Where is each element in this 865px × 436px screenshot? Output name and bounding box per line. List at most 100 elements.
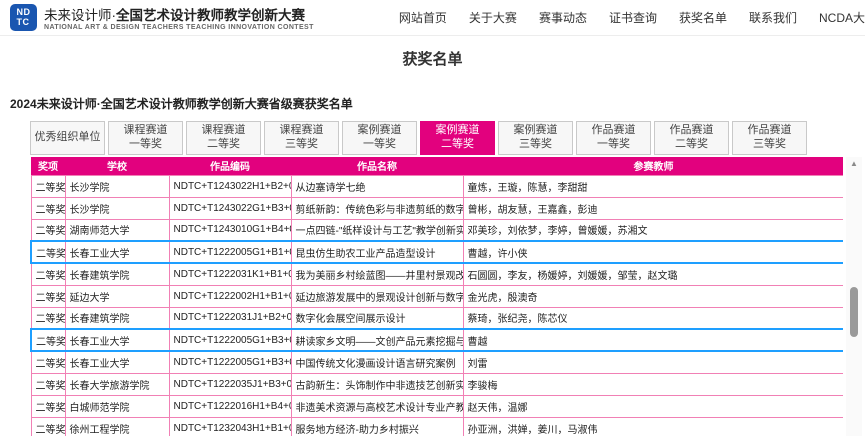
cell-school: 长春工业大学 — [65, 241, 169, 263]
tab-8[interactable]: 作品赛道 二等奖 — [654, 121, 729, 155]
cell-code: NDTC+T1222031J1+B2+001 — [169, 307, 291, 329]
cell-title: 延边旅游发展中的景观设计创新与数字化展示 — [291, 285, 463, 307]
table-header-row: 奖项学校作品编码作品名称参赛教师 — [31, 157, 843, 175]
nav-item-2[interactable]: 赛事动态 — [539, 9, 587, 26]
nav-item-1[interactable]: 关于大赛 — [469, 9, 517, 26]
nav-item-3[interactable]: 证书查询 — [609, 9, 657, 26]
column-header: 作品名称 — [291, 157, 463, 175]
cell-teachers: 石圆圆，李友，杨媛婷，刘媛媛，邹莹，赵文璐 — [463, 263, 843, 285]
table-zone: 奖项学校作品编码作品名称参赛教师 二等奖长沙学院NDTC+T1243022H1+… — [30, 157, 865, 436]
scrollbar-thumb[interactable] — [850, 287, 858, 337]
cell-teachers: 李骏梅 — [463, 373, 843, 395]
top-bar: ND TC 未来设计师·全国艺术设计教师教学创新大赛 NATIONAL ART … — [0, 0, 865, 36]
table-scrollbar[interactable]: ▲ ▼ — [846, 157, 862, 436]
cell-award: 二等奖 — [31, 219, 65, 241]
cell-teachers: 曹越 — [463, 329, 843, 351]
top-nav: 网站首页 关于大赛 赛事动态 证书查询 获奖名单 联系我们 NCDA大赛 — [399, 9, 865, 26]
cell-code: NDTC+T1243022H1+B2+002 — [169, 175, 291, 197]
cell-title: 服务地方经济-助力乡村振兴 — [291, 417, 463, 436]
cell-award: 二等奖 — [31, 307, 65, 329]
cell-award: 二等奖 — [31, 197, 65, 219]
tab-1[interactable]: 课程赛道 一等奖 — [108, 121, 183, 155]
cell-school: 长春建筑学院 — [65, 263, 169, 285]
cell-code: NDTC+T1222016H1+B4+001 — [169, 395, 291, 417]
cell-teachers: 赵天伟，温娜 — [463, 395, 843, 417]
table-row[interactable]: 二等奖湖南师范大学NDTC+T1243010G1+B4+001一点四链-"纸样设… — [31, 219, 843, 241]
table-row[interactable]: 二等奖长春工业大学NDTC+T1222005G1+B3+001中国传统文化漫画设… — [31, 351, 843, 373]
awards-table: 奖项学校作品编码作品名称参赛教师 二等奖长沙学院NDTC+T1243022H1+… — [30, 157, 843, 436]
cell-title: 剪纸新韵：传统色彩与非遗剪纸的数字化创新 — [291, 197, 463, 219]
brand-title-light: 未来设计师· — [44, 8, 116, 23]
cell-school: 徐州工程学院 — [65, 417, 169, 436]
nav-item-0[interactable]: 网站首页 — [399, 9, 447, 26]
cell-title: 古韵新生：头饰制作中非遗技艺创新实践 — [291, 373, 463, 395]
cell-code: NDTC+T1232043H1+B1+001 — [169, 417, 291, 436]
cell-school: 长春工业大学 — [65, 329, 169, 351]
nav-item-5[interactable]: 联系我们 — [749, 9, 797, 26]
cell-code: NDTC+T1222035J1+B3+001 — [169, 373, 291, 395]
cell-school: 长春工业大学 — [65, 351, 169, 373]
cell-teachers: 曹越，许小侠 — [463, 241, 843, 263]
page-title: 获奖名单 — [0, 48, 865, 69]
brand-subtitle-en: NATIONAL ART & DESIGN TEACHERS TEACHING … — [44, 24, 314, 31]
table-row-highlighted[interactable]: 二等奖长春工业大学NDTC+T1222005G1+B3+005耕读家乡文明——文… — [31, 329, 843, 351]
cell-title: 一点四链-"纸样设计与工艺"教学创新实践 — [291, 219, 463, 241]
cell-school: 长春建筑学院 — [65, 307, 169, 329]
cell-school: 白城师范学院 — [65, 395, 169, 417]
tab-5-active[interactable]: 案例赛道 二等奖 — [420, 121, 495, 155]
tab-7[interactable]: 作品赛道 一等奖 — [576, 121, 651, 155]
cell-code: NDTC+T1243010G1+B4+001 — [169, 219, 291, 241]
cell-award: 二等奖 — [31, 373, 65, 395]
column-header: 学校 — [65, 157, 169, 175]
cell-code: NDTC+T1222005G1+B1+001 — [169, 241, 291, 263]
nav-item-4[interactable]: 获奖名单 — [679, 9, 727, 26]
award-category-tabs: 优秀组织单位课程赛道 一等奖课程赛道 二等奖课程赛道 三等奖案例赛道 一等奖案例… — [30, 121, 865, 155]
cell-teachers: 童炼，王璇，陈慧，李甜甜 — [463, 175, 843, 197]
brand-block: 未来设计师·全国艺术设计教师教学创新大赛 NATIONAL ART & DESI… — [44, 4, 314, 31]
cell-teachers: 曾彬，胡友慧，王嘉鑫，彭迪 — [463, 197, 843, 219]
cell-award: 二等奖 — [31, 395, 65, 417]
table-row[interactable]: 二等奖长春建筑学院NDTC+T1222031J1+B2+001数字化会展空间展示… — [31, 307, 843, 329]
cell-school: 长沙学院 — [65, 197, 169, 219]
brand-logo-icon: ND TC — [10, 4, 37, 31]
scroll-up-icon[interactable]: ▲ — [850, 160, 858, 168]
cell-code: NDTC+T1222031K1+B1+002 — [169, 263, 291, 285]
tab-3[interactable]: 课程赛道 三等奖 — [264, 121, 339, 155]
cell-award: 二等奖 — [31, 285, 65, 307]
table-row[interactable]: 二等奖徐州工程学院NDTC+T1232043H1+B1+001服务地方经济-助力… — [31, 417, 843, 436]
cell-title: 非遗美术资源与高校艺术设计专业产教融合 — [291, 395, 463, 417]
cell-award: 二等奖 — [31, 417, 65, 436]
tab-4[interactable]: 案例赛道 一等奖 — [342, 121, 417, 155]
tab-2[interactable]: 课程赛道 二等奖 — [186, 121, 261, 155]
cell-school: 长沙学院 — [65, 175, 169, 197]
table-row[interactable]: 二等奖延边大学NDTC+T1222002H1+B1+002延边旅游发展中的景观设… — [31, 285, 843, 307]
tab-0[interactable]: 优秀组织单位 — [30, 121, 105, 155]
cell-teachers: 金光虎，殷澳奇 — [463, 285, 843, 307]
list-subtitle: 2024未来设计师·全国艺术设计教师教学创新大赛省级赛获奖名单 — [10, 95, 865, 112]
cell-teachers: 刘雷 — [463, 351, 843, 373]
nav-item-6[interactable]: NCDA大赛 — [819, 9, 865, 26]
cell-teachers: 孙亚洲，洪婵，姜川，马淑伟 — [463, 417, 843, 436]
tab-9[interactable]: 作品赛道 三等奖 — [732, 121, 807, 155]
column-header: 作品编码 — [169, 157, 291, 175]
table-body: 二等奖长沙学院NDTC+T1243022H1+B2+002从边塞诗学七绝童炼，王… — [31, 175, 843, 436]
column-header: 参赛教师 — [463, 157, 843, 175]
cell-award: 二等奖 — [31, 241, 65, 263]
table-row[interactable]: 二等奖长沙学院NDTC+T1243022G1+B3+002剪纸新韵：传统色彩与非… — [31, 197, 843, 219]
cell-title: 中国传统文化漫画设计语言研究案例 — [291, 351, 463, 373]
cell-code: NDTC+T1243022G1+B3+002 — [169, 197, 291, 219]
tab-6[interactable]: 案例赛道 三等奖 — [498, 121, 573, 155]
cell-teachers: 蔡琦，张纪尧，陈芯仪 — [463, 307, 843, 329]
table-row[interactable]: 二等奖长春大学旅游学院NDTC+T1222035J1+B3+001古韵新生：头饰… — [31, 373, 843, 395]
cell-award: 二等奖 — [31, 175, 65, 197]
cell-code: NDTC+T1222002H1+B1+002 — [169, 285, 291, 307]
table-row[interactable]: 二等奖长沙学院NDTC+T1243022H1+B2+002从边塞诗学七绝童炼，王… — [31, 175, 843, 197]
cell-title: 耕读家乡文明——文创产品元素挖掘与探索 — [291, 329, 463, 351]
table-row-highlighted[interactable]: 二等奖长春工业大学NDTC+T1222005G1+B1+001昆虫仿生助农工业产… — [31, 241, 843, 263]
table-row[interactable]: 二等奖白城师范学院NDTC+T1222016H1+B4+001非遗美术资源与高校… — [31, 395, 843, 417]
cell-title: 昆虫仿生助农工业产品造型设计 — [291, 241, 463, 263]
brand-title-bold: 全国艺术设计教师教学创新大赛 — [116, 8, 305, 23]
table-row[interactable]: 二等奖长春建筑学院NDTC+T1222031K1+B1+002我为美丽乡村绘蓝图… — [31, 263, 843, 285]
cell-award: 二等奖 — [31, 263, 65, 285]
cell-teachers: 邓美珍，刘依梦，李婷，曾媛媛，苏湘文 — [463, 219, 843, 241]
